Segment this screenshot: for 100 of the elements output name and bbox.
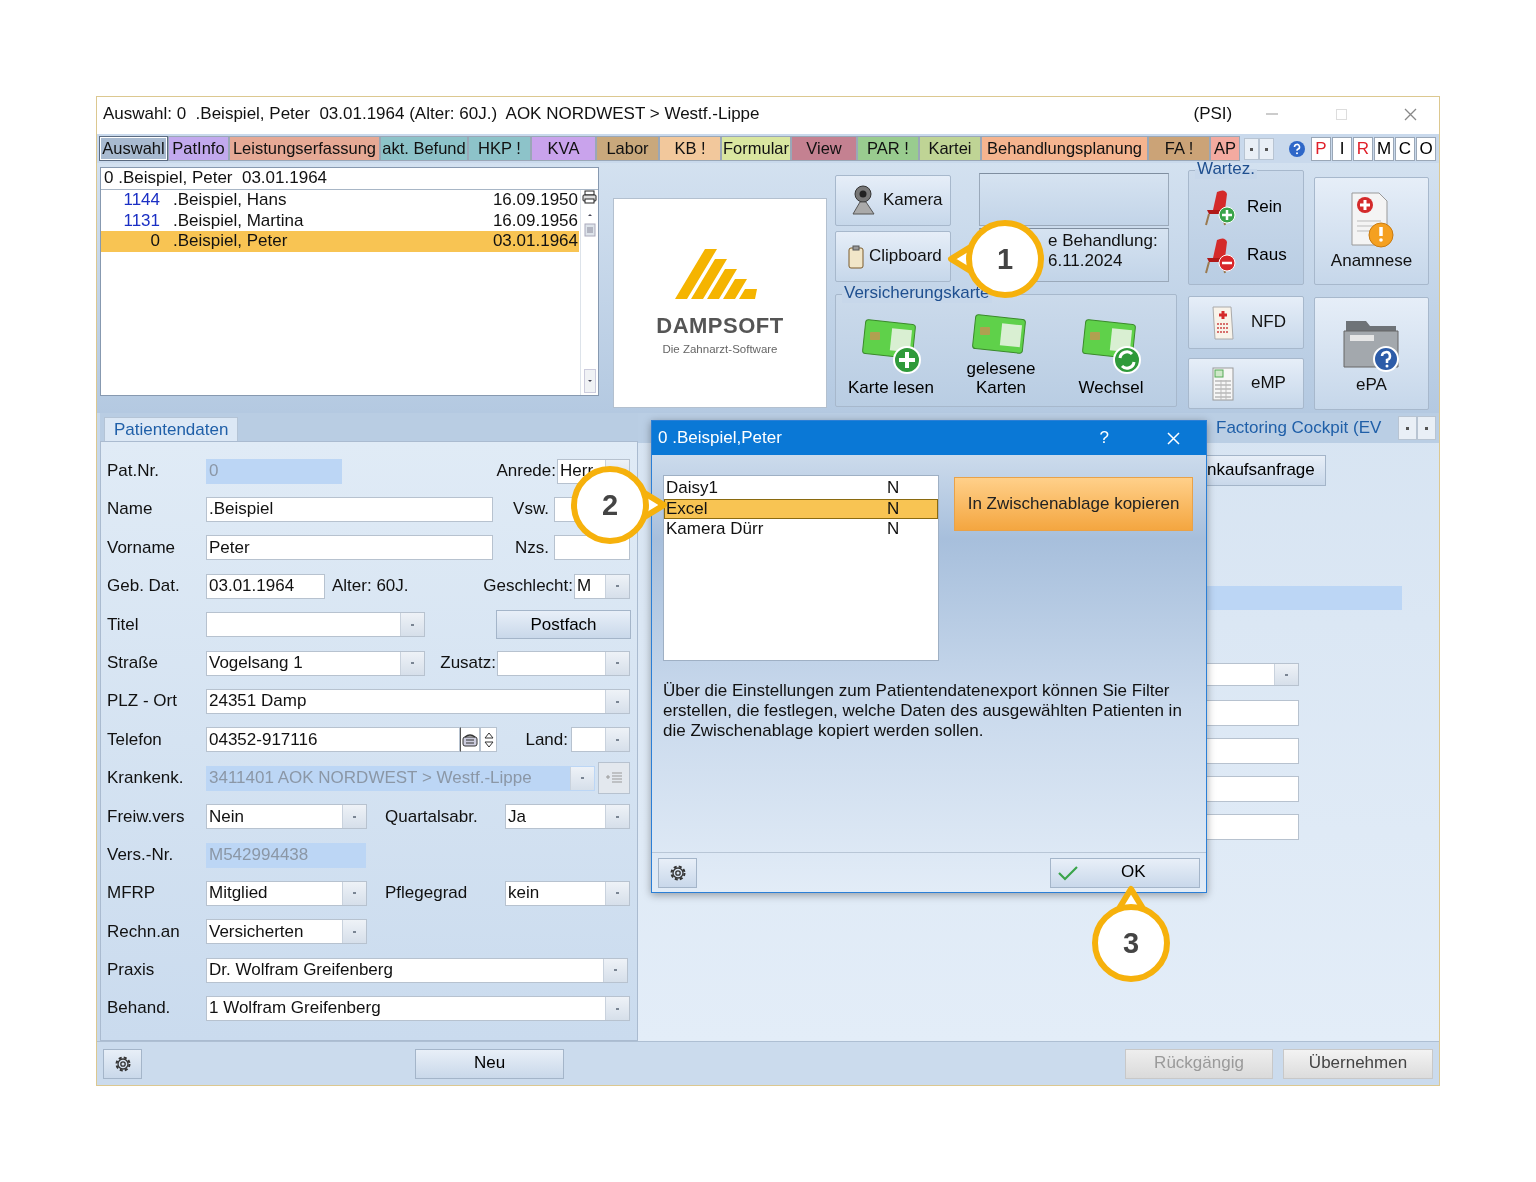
dropdown-field[interactable] — [1207, 663, 1299, 686]
toolbar-letter-button[interactable]: I — [1332, 137, 1352, 161]
copy-button[interactable]: In Zwischenablage kopieren — [954, 477, 1193, 531]
dropdown-field[interactable]: Dr. Wolfram Greifenberg — [206, 957, 628, 983]
tab[interactable]: AP — [1210, 136, 1240, 161]
export-row[interactable]: Excel N — [664, 498, 938, 519]
tab[interactable]: HKP ! — [468, 136, 531, 161]
spinner-button[interactable] — [480, 727, 497, 753]
export-flag-label: N — [887, 498, 900, 519]
settings-button[interactable] — [658, 857, 697, 888]
medical-document-icon — [1211, 304, 1235, 341]
clipboard-button[interactable]: Clipboard — [835, 231, 951, 282]
card-button[interactable]: Wechsel — [1056, 303, 1166, 398]
tab[interactable]: akt. Befund — [380, 136, 468, 161]
field-label: Geschlecht: — [482, 576, 573, 597]
patient-row[interactable]: 1144 .Beispiel, Hans 16.09.1950 — [101, 190, 579, 211]
patient-row[interactable]: 1131 .Beispiel, Martina 16.09.1956 — [101, 210, 579, 231]
help-button[interactable]: ? — [1091, 427, 1117, 449]
dropdown-field[interactable] — [497, 650, 630, 676]
postbox-button[interactable]: Postfach — [496, 610, 631, 640]
dropdown-field[interactable]: Versicherten — [206, 919, 367, 945]
dropdown-field[interactable]: Vogelsang 1 — [206, 650, 425, 676]
export-list[interactable]: Daisy1 N Excel N Kamera Dürr N — [663, 475, 939, 661]
field-label: Alter: 60J. — [332, 576, 410, 597]
dropdown-field[interactable]: Ja — [505, 804, 630, 830]
settings-button[interactable] — [103, 1048, 142, 1079]
export-flag-label: N — [887, 478, 900, 499]
input-field[interactable]: Peter — [206, 535, 493, 561]
tab[interactable]: PAR ! — [857, 136, 919, 161]
tab[interactable]: Patientendaten — [104, 417, 239, 441]
tab[interactable]: Factoring Cockpit (EV — [1216, 417, 1392, 439]
tab[interactable]: View — [791, 136, 857, 161]
dropdown-field[interactable]: M — [574, 573, 630, 599]
export-row[interactable]: Daisy1 N — [664, 478, 938, 499]
field-label: Rechn.an — [107, 921, 181, 943]
input-field[interactable]: .Beispiel — [206, 497, 493, 523]
group-title: Versicherungskarte — [842, 284, 992, 303]
maximize-icon — [1335, 108, 1347, 120]
camera-button[interactable]: Kamera — [835, 175, 951, 226]
toolbar-letter-button[interactable]: C — [1395, 137, 1415, 161]
tab[interactable]: Auswahl — [99, 136, 168, 161]
request-button[interactable]: nkaufsanfrage — [1207, 455, 1326, 486]
input-field[interactable]: 03.01.1964 — [206, 573, 325, 599]
scroll-arrow-button[interactable] — [1244, 138, 1259, 160]
input-field[interactable] — [1207, 738, 1299, 764]
tab[interactable]: FA ! — [1148, 136, 1210, 161]
dropdown-field[interactable]: kein — [505, 881, 630, 906]
input-field[interactable] — [1207, 700, 1299, 726]
scroll-down-icon[interactable] — [583, 369, 596, 393]
field-label: Nzs. — [514, 537, 549, 559]
card-button[interactable]: Karte lesen — [836, 303, 946, 398]
printer-icon[interactable] — [582, 190, 597, 204]
readonly-field: 0 — [206, 458, 342, 484]
dial-button[interactable] — [460, 727, 480, 753]
patient-name: .Beispiel, Martina — [173, 210, 304, 231]
patient-row[interactable]: 0 .Beispiel, Peter 03.01.1964 — [101, 231, 579, 252]
patient-list[interactable]: 0 .Beispiel, Peter 03.01.1964 1144 .Beispiel, Hans 16.09.1950 1131 .Beispiel, Martina 16.09.1956 0 .Beispiel, Peter 03.01.1964 — [100, 167, 599, 396]
check-out-button[interactable]: Raus — [1203, 233, 1303, 277]
field-label: Vers.-Nr. — [107, 844, 175, 866]
card-plus-icon — [861, 318, 921, 375]
dropdown-field[interactable]: Nein — [206, 804, 367, 830]
tab[interactable]: Kartei — [919, 136, 981, 161]
field-label: Land: — [524, 729, 568, 751]
input-field[interactable]: 04352-917116 — [206, 727, 460, 753]
dropdown-field[interactable]: Mitglied — [206, 881, 367, 906]
dropdown-field[interactable]: 1 Wolfram Greifenberg — [206, 996, 630, 1022]
tab[interactable]: Behandlungsplanung — [981, 136, 1148, 161]
tab[interactable]: Formular — [721, 136, 791, 161]
input-field[interactable] — [1207, 776, 1299, 802]
dropdown-field[interactable] — [206, 612, 425, 638]
tab[interactable]: Labor — [596, 136, 659, 161]
tab[interactable]: KB ! — [659, 136, 721, 161]
list-button[interactable] — [598, 762, 630, 795]
toolbar-letter-button[interactable]: R — [1353, 137, 1373, 161]
emp-button[interactable]: eMP — [1188, 358, 1304, 409]
toolbar-letter-button[interactable]: P — [1311, 137, 1331, 161]
new-button[interactable]: Neu — [415, 1048, 564, 1079]
ok-button[interactable]: OK — [1050, 857, 1200, 888]
tab[interactable]: KVA — [531, 136, 596, 161]
tab[interactable]: Leistungserfassung — [229, 136, 380, 161]
field-label: Telefon — [107, 729, 163, 751]
check-in-button[interactable]: Rein — [1203, 185, 1303, 229]
minimize-icon — [1266, 113, 1279, 115]
dropdown-field[interactable]: 24351 Damp — [206, 689, 630, 715]
tab[interactable]: PatInfo — [168, 136, 229, 161]
card-button[interactable]: gelesene Karten — [946, 303, 1056, 398]
scroll-thumb[interactable] — [583, 223, 596, 237]
anamnese-button[interactable]: Anamnese — [1314, 177, 1429, 285]
toolbar-letter-button[interactable]: O — [1416, 137, 1436, 161]
nfd-button[interactable]: NFD — [1188, 296, 1304, 349]
patient-search-field[interactable]: 0 .Beispiel, Peter 03.01.1964 — [101, 168, 598, 190]
input-field[interactable] — [1207, 814, 1299, 840]
apply-button[interactable]: Übernehmen — [1283, 1048, 1433, 1079]
export-row[interactable]: Kamera Dürr N — [664, 519, 938, 540]
toolbar-letter-button[interactable]: M — [1374, 137, 1394, 161]
scroll-arrow-button[interactable] — [1259, 138, 1274, 160]
dropdown-field[interactable] — [571, 727, 630, 753]
help-icon[interactable] — [1288, 140, 1306, 158]
epa-button[interactable]: ePA — [1314, 297, 1429, 410]
chair-minus-icon — [1203, 236, 1237, 274]
